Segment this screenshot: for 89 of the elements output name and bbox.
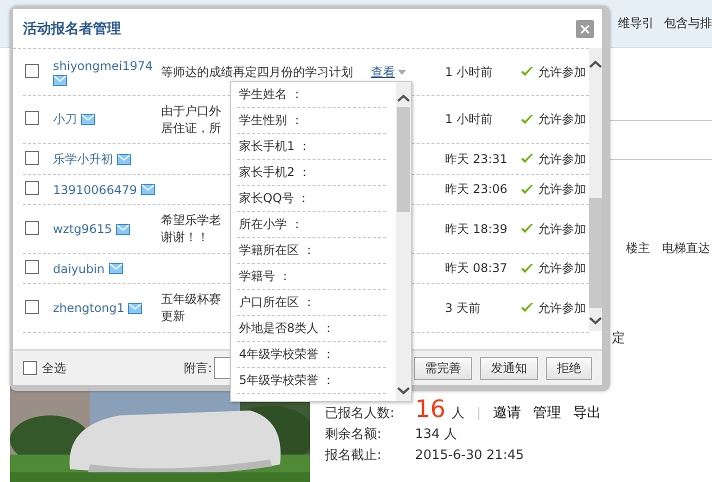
mail-icon[interactable] [116,224,130,234]
stat-label: 已报名人数: [325,405,396,422]
status-text: 允许参加 [538,260,586,277]
field-label: 户口所在区 ： [237,290,386,316]
thread-link[interactable]: 电梯直达 [662,240,710,257]
status-text: 允许参加 [538,181,586,198]
nav-link[interactable]: 维导引 [618,15,654,32]
field-label: 外地是否8类人 ： [237,316,386,342]
message-text: 由于户口外 居住证，所 [161,104,221,134]
scroll-up-icon[interactable] [589,60,602,69]
check-icon [520,66,534,78]
field-label: 4年级学校荣誉 ： [237,342,386,368]
user-link[interactable]: zhengtong1 [53,301,124,315]
mail-icon[interactable] [53,74,67,86]
message-text: 希望乐学老 谢谢！！ [161,213,221,244]
time-text: 1 小时前 [445,64,494,80]
check-icon [520,302,534,314]
field-label: 家长手机2 ： [237,160,386,186]
field-label: 学籍号 ： [237,264,386,290]
check-icon [520,153,534,165]
checkbox[interactable] [25,300,39,314]
scroll-down-icon[interactable] [397,386,410,395]
mail-icon[interactable] [81,114,95,125]
field-label: 学籍所在区 ： [237,238,386,264]
checkbox[interactable] [25,181,39,195]
stat-value: 134 人 [415,426,457,443]
signup-count: 16 [415,398,446,420]
field-label: 家长手机1 ： [237,134,386,160]
field-label: 学生性别 ： [237,108,386,134]
stat-value: 2015-6-30 21:45 [415,447,524,464]
user-link[interactable]: wztg9615 [53,222,112,236]
mail-icon[interactable] [108,263,123,274]
select-all-label[interactable]: 全选 [42,360,66,376]
status-text: 允许参加 [538,220,586,238]
checkbox[interactable] [25,220,39,234]
user-link[interactable]: 13910066479 [53,182,137,196]
mail-icon[interactable] [140,184,155,195]
check-icon [520,114,534,126]
mail-icon[interactable] [128,302,142,314]
field-label: 家长QQ号 ： [237,186,386,212]
field-label: 5年级学校荣誉 ： [237,368,386,394]
stat-label: 报名截止: [325,447,382,464]
view-link[interactable]: 查看 [371,64,395,80]
action-button[interactable]: 拒绝 [546,356,592,380]
checkbox[interactable] [25,150,39,164]
action-button[interactable]: 需完善 [414,356,472,380]
time-text: 昨天 18:39 [445,220,508,238]
action-link[interactable]: 邀请 [492,405,521,422]
checkbox[interactable] [23,361,37,375]
scrollbar-thumb[interactable] [397,107,410,212]
user-link[interactable]: shiyongmei1974 [53,58,153,72]
user-link[interactable]: daiyubin [53,262,105,276]
mail-icon[interactable] [117,154,131,164]
user-link[interactable]: 乐学小升初 [53,150,113,168]
action-button[interactable]: 发通知 [480,356,538,380]
time-text: 昨天 08:37 [445,260,508,277]
time-text: 1 小时前 [445,111,494,128]
stat-label: 剩余名额: [325,426,382,443]
status-text: 允许参加 [538,300,586,316]
scrollbar-thumb[interactable] [589,198,602,308]
checkbox[interactable] [25,64,39,78]
message-text: 等师达的成绩再定四月份的学习计划 [161,64,353,78]
dialog-title: 活动报名者管理 [23,20,121,38]
status-text: 允许参加 [538,111,586,128]
scroll-up-icon[interactable] [397,94,410,103]
field-label: 所在小学 ： [237,212,386,238]
unit-label: 人 [452,405,465,422]
checkbox[interactable] [25,111,39,125]
nav-link[interactable]: 包含与排 [664,15,712,32]
action-link[interactable]: 管理 [532,405,561,422]
status-text: 允许参加 [538,64,586,80]
caret-icon[interactable] [398,70,406,74]
field-label: 学生姓名 ： [237,82,386,108]
message-text: 五年级杯赛 更新 [161,292,221,323]
checkbox[interactable] [25,260,39,274]
time-text: 昨天 23:31 [445,150,508,168]
scroll-down-icon[interactable] [589,316,602,325]
status-text: 允许参加 [538,150,586,168]
check-icon [520,223,534,235]
thread-link[interactable]: 楼主 [626,240,650,257]
user-link[interactable]: 小刀 [53,111,77,128]
check-icon [520,184,534,196]
time-text: 昨天 23:06 [445,181,508,198]
note-label: 附言: [184,360,212,376]
action-link[interactable]: 导出 [572,405,601,422]
time-text: 3 天前 [445,300,482,316]
text-fragment: 定 [612,331,626,346]
check-icon [520,262,534,274]
separator: | [476,405,481,422]
